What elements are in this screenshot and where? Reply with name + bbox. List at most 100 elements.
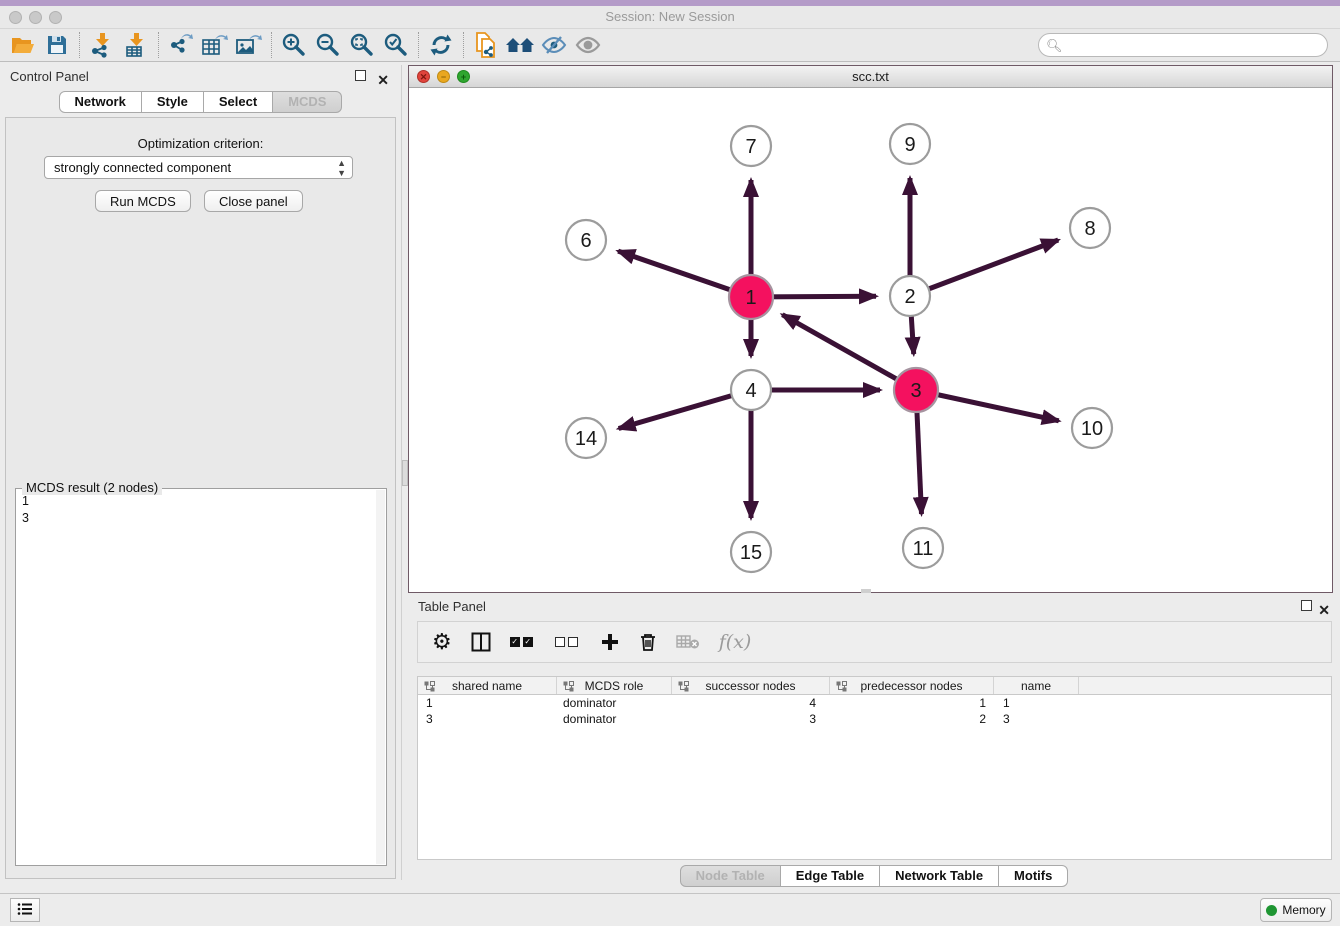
network-window-title: scc.txt xyxy=(409,66,1332,87)
main-toolbar: 🔍︎ xyxy=(0,29,1340,62)
deselect-all-icon[interactable] xyxy=(555,627,581,657)
open-session-button[interactable] xyxy=(6,30,40,60)
close-panel-button[interactable]: Close panel xyxy=(204,190,303,212)
table-panel-title: Table Panel xyxy=(418,599,486,614)
add-column-icon[interactable] xyxy=(600,627,620,657)
toolbar-separator xyxy=(418,32,419,58)
zoom-selected-button[interactable] xyxy=(379,30,413,60)
home-layout-button[interactable] xyxy=(503,30,537,60)
hide-panels-button[interactable] xyxy=(537,30,571,60)
minimize-network-icon[interactable]: − xyxy=(437,70,450,83)
export-image-button[interactable] xyxy=(232,30,266,60)
zoom-fit-button[interactable] xyxy=(345,30,379,60)
optimization-criterion-label: Optimization criterion: xyxy=(6,136,395,151)
select-all-icon[interactable]: ✓✓ xyxy=(510,627,536,657)
zoom-selected-icon xyxy=(383,32,409,58)
close-panel-icon[interactable]: ✕ xyxy=(1318,598,1330,622)
gear-icon[interactable]: ⚙ xyxy=(432,627,452,657)
refresh-icon xyxy=(428,32,454,58)
export-network-icon xyxy=(168,32,194,58)
table-toolbar: ⚙ ✓✓ f(x) xyxy=(417,621,1332,663)
node-label-8: 8 xyxy=(1084,218,1095,240)
split-columns-icon[interactable] xyxy=(471,627,491,657)
node-label-7: 7 xyxy=(745,136,756,158)
import-table-icon xyxy=(123,32,149,58)
criterion-dropdown[interactable]: strongly connected component ▲▼ xyxy=(44,156,353,179)
mcds-panel-body: Optimization criterion: strongly connect… xyxy=(5,117,396,879)
close-window-icon[interactable] xyxy=(9,11,22,24)
toolbar-separator xyxy=(463,32,464,58)
node-label-14: 14 xyxy=(575,428,597,450)
export-table-button[interactable] xyxy=(198,30,232,60)
attribute-icon xyxy=(424,681,435,692)
window-resize-handle[interactable] xyxy=(861,589,871,593)
column-header-mcds-role[interactable]: MCDS role xyxy=(557,677,672,694)
mcds-result-list[interactable]: 1 3 xyxy=(18,493,374,863)
minimize-window-icon[interactable] xyxy=(29,11,42,24)
control-panel-title: Control Panel xyxy=(10,69,89,84)
network-window-titlebar[interactable]: ✕ − + scc.txt xyxy=(409,66,1332,88)
float-panel-icon[interactable] xyxy=(355,70,366,81)
unchecked-box-icon xyxy=(568,637,578,647)
toolbar-separator xyxy=(79,32,80,58)
task-list-button[interactable] xyxy=(10,898,40,922)
delete-column-icon[interactable] xyxy=(639,627,657,657)
vertical-splitter[interactable] xyxy=(401,65,408,880)
show-eye-button[interactable] xyxy=(571,30,605,60)
export-image-icon xyxy=(235,32,263,58)
cell-successor-nodes: 4 xyxy=(672,695,830,711)
export-network-button[interactable] xyxy=(164,30,198,60)
tab-select[interactable]: Select xyxy=(204,91,273,113)
node-table: shared name MCDS role successor nodes pr… xyxy=(417,676,1332,860)
import-table-button[interactable] xyxy=(119,30,153,60)
column-header-name[interactable]: name xyxy=(994,677,1079,694)
maximize-network-icon[interactable]: + xyxy=(457,70,470,83)
tab-motifs[interactable]: Motifs xyxy=(999,865,1068,887)
import-network-button[interactable] xyxy=(85,30,119,60)
cell-name: 1 xyxy=(994,695,1079,711)
clone-network-button[interactable] xyxy=(469,30,503,60)
open-folder-icon xyxy=(10,33,36,57)
edge-2-8[interactable] xyxy=(910,240,1058,296)
tab-style[interactable]: Style xyxy=(142,91,204,113)
tab-edge-table[interactable]: Edge Table xyxy=(781,865,880,887)
status-bar: Memory xyxy=(0,893,1340,926)
delete-table-icon[interactable] xyxy=(676,627,700,657)
node-table-header: shared name MCDS role successor nodes pr… xyxy=(418,676,1331,695)
home-icon xyxy=(505,33,535,57)
table-tabs: Node Table Edge Table Network Table Moti… xyxy=(408,865,1340,887)
cell-shared-name: 3 xyxy=(418,711,557,727)
search-input[interactable] xyxy=(1038,33,1328,57)
table-row[interactable]: 1 dominator 4 1 1 xyxy=(418,695,1331,711)
zoom-in-button[interactable] xyxy=(277,30,311,60)
refresh-view-button[interactable] xyxy=(424,30,458,60)
table-panel: Table Panel ✕ ⚙ ✓✓ f(x) shared name xyxy=(408,595,1340,890)
list-icon xyxy=(17,902,33,916)
tab-node-table[interactable]: Node Table xyxy=(680,865,781,887)
memory-button[interactable]: Memory xyxy=(1260,898,1332,922)
zoom-out-button[interactable] xyxy=(311,30,345,60)
tab-network[interactable]: Network xyxy=(59,91,142,113)
close-panel-icon[interactable]: ✕ xyxy=(377,68,389,92)
memory-label: Memory xyxy=(1282,903,1325,917)
save-session-button[interactable] xyxy=(40,30,74,60)
tab-network-table[interactable]: Network Table xyxy=(880,865,999,887)
clone-network-icon xyxy=(473,31,499,59)
column-header-shared-name[interactable]: shared name xyxy=(418,677,557,694)
network-graph-canvas[interactable]: 7968124314101511 xyxy=(409,88,1332,592)
result-scrollbar[interactable] xyxy=(376,490,385,864)
cell-predecessor-nodes: 1 xyxy=(830,695,994,711)
node-label-3: 3 xyxy=(910,380,921,402)
maximize-window-icon[interactable] xyxy=(49,11,62,24)
column-header-predecessor-nodes[interactable]: predecessor nodes xyxy=(830,677,994,694)
node-label-2: 2 xyxy=(904,286,915,308)
function-builder-icon[interactable]: f(x) xyxy=(719,627,752,657)
attribute-icon xyxy=(563,681,574,692)
column-header-successor-nodes[interactable]: successor nodes xyxy=(672,677,830,694)
float-panel-icon[interactable] xyxy=(1301,600,1312,611)
cell-shared-name: 1 xyxy=(418,695,557,711)
table-row[interactable]: 3 dominator 3 2 3 xyxy=(418,711,1331,727)
run-mcds-button[interactable]: Run MCDS xyxy=(95,190,191,212)
close-network-icon[interactable]: ✕ xyxy=(417,70,430,83)
tab-mcds[interactable]: MCDS xyxy=(273,91,342,113)
